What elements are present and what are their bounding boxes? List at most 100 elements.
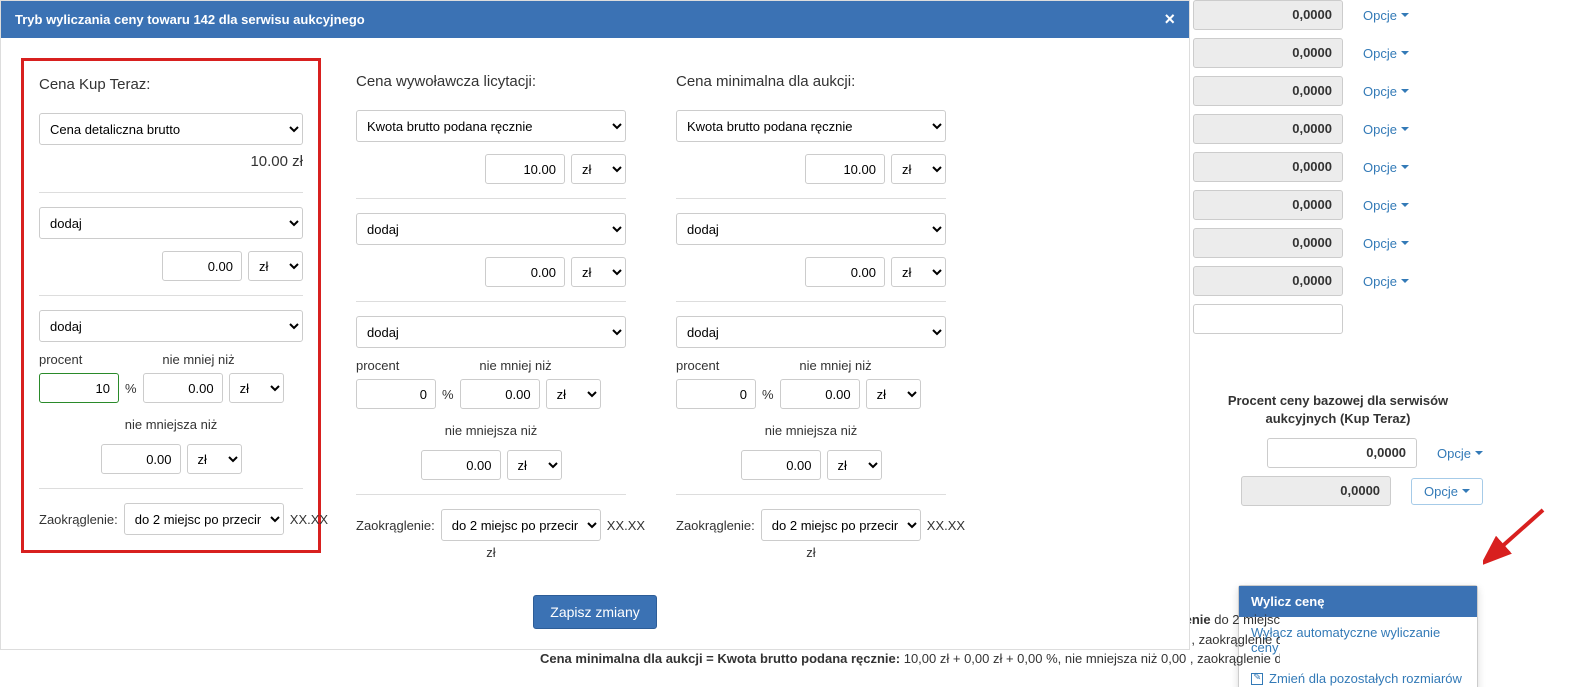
percent-input[interactable] (39, 373, 119, 403)
chevron-down-icon (1401, 203, 1409, 207)
bg-price-input[interactable]: 0,0000 (1193, 38, 1343, 68)
not-less-label: nie mniej niż (799, 358, 871, 373)
col-minimum-price: Cena minimalna dla aukcji: Kwota brutto … (661, 58, 961, 575)
not-smaller-label: nie mniejsza niż (676, 423, 946, 438)
percent-sign: % (442, 387, 454, 402)
op2-select[interactable]: dodaj (676, 316, 946, 348)
close-icon[interactable]: × (1164, 9, 1175, 30)
col-title: Cena minimalna dla aukcji: (676, 73, 946, 90)
col-title: Cena Kup Teraz: (39, 76, 303, 93)
not-less-label: nie mniej niż (162, 352, 234, 367)
annotation-arrow-icon (1483, 505, 1553, 565)
not-less-unit-select[interactable]: zł (229, 373, 284, 403)
not-smaller-unit-select[interactable]: zł (827, 450, 882, 480)
round-select[interactable]: do 2 miejsc po przecinku (441, 509, 601, 541)
bg-price-input[interactable]: 0,0000 (1193, 266, 1343, 296)
col-title: Cena wywoławcza licytacji: (356, 73, 626, 90)
bg-price-input[interactable]: 0,0000 (1193, 0, 1343, 30)
op2-select[interactable]: dodaj (39, 310, 303, 342)
op1-value-input[interactable] (805, 257, 885, 287)
chevron-down-icon (1462, 489, 1470, 493)
round-label: Zaokrąglenie: (676, 518, 755, 533)
round-select[interactable]: do 2 miejsc po przecinku (761, 509, 921, 541)
chevron-down-icon (1401, 241, 1409, 245)
bg-price-input[interactable] (1193, 304, 1343, 334)
price-calc-modal: Tryb wyliczania ceny towaru 142 dla serw… (0, 0, 1190, 650)
opcje-dropdown-button[interactable]: Opcje (1363, 8, 1409, 23)
not-smaller-input[interactable] (421, 450, 501, 480)
percent-sign: % (762, 387, 774, 402)
section-label: Procent ceny bazowej dla serwisów aukcyj… (1193, 382, 1483, 438)
chevron-down-icon (1401, 279, 1409, 283)
base-price-select[interactable]: Cena detaliczna brutto (39, 113, 303, 145)
round-select[interactable]: do 2 miejsc po przecinku (124, 503, 284, 535)
opcje-dropdown-button[interactable]: Opcje (1363, 160, 1409, 175)
not-smaller-input[interactable] (741, 450, 821, 480)
bg-price-input[interactable]: 0,0000 (1193, 228, 1343, 258)
op1-select[interactable]: dodaj (39, 207, 303, 239)
not-smaller-unit-select[interactable]: zł (187, 444, 242, 474)
op2-select[interactable]: dodaj (356, 316, 626, 348)
modal-header: Tryb wyliczania ceny towaru 142 dla serw… (1, 1, 1189, 38)
not-less-input[interactable] (460, 379, 540, 409)
not-less-unit-select[interactable]: zł (546, 379, 601, 409)
opcje-dropdown-button[interactable]: Opcje (1363, 122, 1409, 137)
currency-below: zł (676, 545, 946, 560)
opcje-dropdown-button[interactable]: Opcje (1363, 274, 1409, 289)
chevron-down-icon (1475, 451, 1483, 455)
base-value-input[interactable] (805, 154, 885, 184)
price-display: 10.00 zł (39, 145, 303, 178)
chevron-down-icon (1401, 89, 1409, 93)
round-format: XX.XX (290, 512, 328, 527)
bg-price-input[interactable]: 0,0000 (1267, 438, 1417, 468)
percent-label: procent (676, 358, 719, 373)
save-button[interactable]: Zapisz zmiany (533, 595, 656, 629)
chevron-down-icon (1401, 127, 1409, 131)
op1-value-input[interactable] (162, 251, 242, 281)
base-price-select[interactable]: Kwota brutto podana ręcznie (356, 110, 626, 142)
opcje-dropdown-button[interactable]: Opcje (1363, 236, 1409, 251)
chevron-down-icon (1401, 51, 1409, 55)
bg-price-input[interactable]: 0,0000 (1193, 190, 1343, 220)
col-starting-price: Cena wywoławcza licytacji: Kwota brutto … (341, 58, 641, 575)
opcje-dropdown-button[interactable]: Opcje (1437, 446, 1483, 461)
round-format: XX.XX (927, 518, 965, 533)
opcje-dropdown-button[interactable]: Opcje (1363, 84, 1409, 99)
op1-select[interactable]: dodaj (356, 213, 626, 245)
opcje-dropdown-button-active[interactable]: Opcje (1411, 478, 1483, 505)
not-smaller-unit-select[interactable]: zł (507, 450, 562, 480)
not-less-label: nie mniej niż (479, 358, 551, 373)
bg-price-input[interactable]: 0,0000 (1241, 476, 1391, 506)
round-format: XX.XX (607, 518, 645, 533)
opcje-dropdown-button[interactable]: Opcje (1363, 46, 1409, 61)
op1-unit-select[interactable]: zł (248, 251, 303, 281)
edit-icon (1251, 673, 1263, 685)
chevron-down-icon (1401, 13, 1409, 17)
base-unit-select[interactable]: zł (571, 154, 626, 184)
op1-unit-select[interactable]: zł (891, 257, 946, 287)
not-smaller-label: nie mniejsza niż (39, 417, 303, 432)
round-label: Zaokrąglenie: (39, 512, 118, 527)
chevron-down-icon (1401, 165, 1409, 169)
currency-below: zł (356, 545, 626, 560)
percent-input[interactable] (676, 379, 756, 409)
not-less-input[interactable] (780, 379, 860, 409)
base-price-select[interactable]: Kwota brutto podana ręcznie (676, 110, 946, 142)
percent-input[interactable] (356, 379, 436, 409)
col-buy-now: Cena Kup Teraz: Cena detaliczna brutto 1… (21, 58, 321, 553)
bg-price-input[interactable]: 0,0000 (1193, 76, 1343, 106)
op1-unit-select[interactable]: zł (571, 257, 626, 287)
bg-price-input[interactable]: 0,0000 (1193, 114, 1343, 144)
base-value-input[interactable] (485, 154, 565, 184)
percent-sign: % (125, 381, 137, 396)
not-less-input[interactable] (143, 373, 223, 403)
round-label: Zaokrąglenie: (356, 518, 435, 533)
bg-price-input[interactable]: 0,0000 (1193, 152, 1343, 182)
op1-select[interactable]: dodaj (676, 213, 946, 245)
bg-price-column: 0,0000 Opcje 0,0000 Opcje 0,0000 Opcje 0,00… (1193, 0, 1483, 514)
opcje-dropdown-button[interactable]: Opcje (1363, 198, 1409, 213)
base-unit-select[interactable]: zł (891, 154, 946, 184)
op1-value-input[interactable] (485, 257, 565, 287)
not-smaller-input[interactable] (101, 444, 181, 474)
not-less-unit-select[interactable]: zł (866, 379, 921, 409)
